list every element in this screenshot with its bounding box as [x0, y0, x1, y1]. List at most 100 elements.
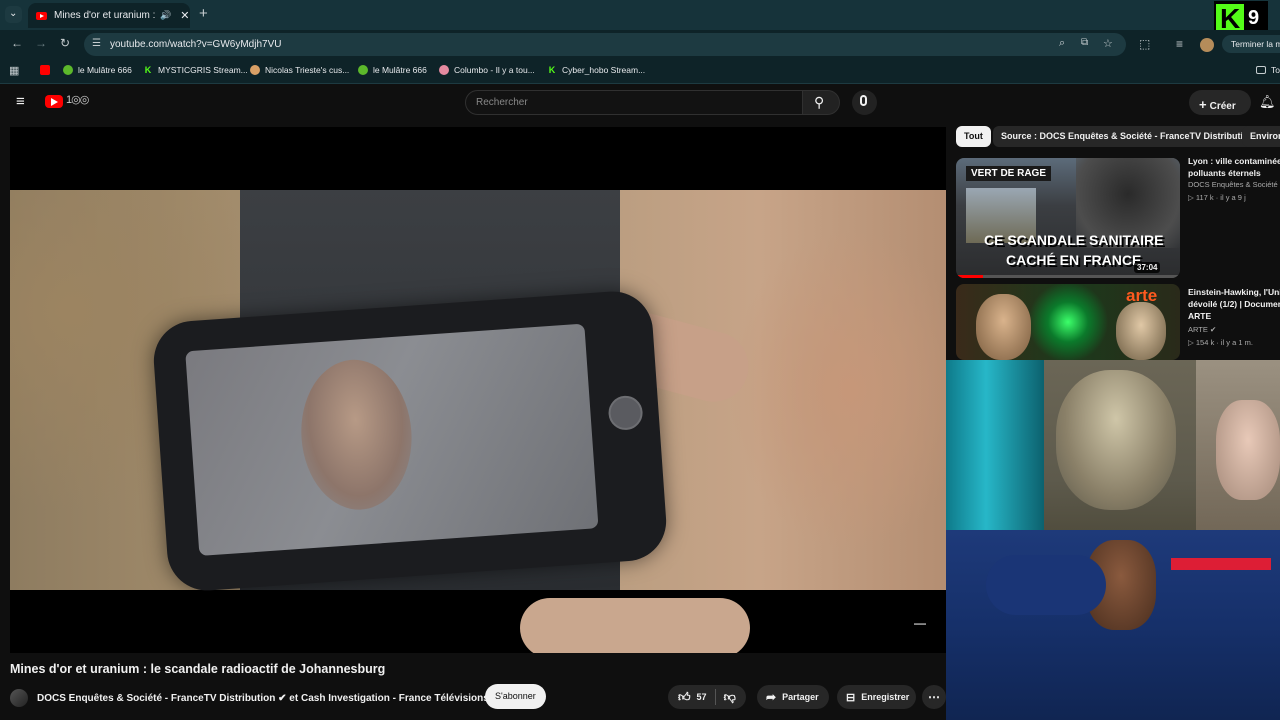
- watch-progress: [956, 275, 1180, 278]
- title-line: polluants éternels: [1188, 168, 1261, 178]
- menu-icon[interactable]: ≡: [16, 93, 25, 110]
- thumbs-up-icon: 👍︎: [678, 689, 691, 704]
- browser-tab-active[interactable]: Mines d'or et uranium : le s 🔊 ✕: [28, 3, 190, 28]
- create-label: Créer: [1209, 101, 1236, 112]
- share-button[interactable]: ➦ Partager: [757, 685, 829, 709]
- play-icon: [63, 65, 73, 75]
- subscribe-button[interactable]: S'abonner: [485, 684, 546, 709]
- thumbs-down-icon[interactable]: 👎︎: [724, 690, 736, 705]
- video-duration: 37:04: [1134, 262, 1161, 273]
- recommendation-title: Lyon : ville contaminée polluants éterne…: [1188, 155, 1280, 179]
- save-button[interactable]: ⊟ Enregistrer: [837, 685, 916, 709]
- save-label: Enregistrer: [861, 692, 910, 702]
- logo-number: 9: [1248, 7, 1260, 29]
- recommendation-meta: ▷ 117 k · il y a 9 j: [1188, 193, 1246, 202]
- share-icon: ➦: [766, 690, 777, 704]
- recommendation-channel[interactable]: DOCS Enquêtes & Société -: [1188, 180, 1280, 189]
- share-label: Partager: [782, 692, 819, 702]
- search-icon: ⚲: [814, 94, 825, 110]
- recommendation-channel[interactable]: ARTE ✔: [1188, 325, 1280, 334]
- thumb-caption-line1: CE SCANDALE SANITAIRE: [984, 232, 1164, 248]
- video-title: Mines d'or et uranium : le scandale radi…: [10, 662, 386, 676]
- channel-watermark: ▬▬: [914, 621, 926, 627]
- arte-logo: arte: [1126, 286, 1158, 305]
- youtube-icon: [36, 11, 47, 20]
- bookmark-item[interactable]: Columbo - Il y a tou...: [439, 65, 535, 75]
- chip-all[interactable]: Tout: [956, 126, 991, 147]
- recommendation-title: Einstein-Hawking, l'Univ dévoilé (1/2) |…: [1188, 286, 1280, 322]
- zoom-icon[interactable]: ⌕: [1059, 37, 1065, 50]
- create-button[interactable]: + Créer: [1189, 90, 1251, 115]
- bookmark-item[interactable]: le Mulâtre 666: [358, 65, 427, 75]
- kick-icon: K: [144, 65, 152, 75]
- search-placeholder: Rechercher: [476, 97, 528, 108]
- search-button[interactable]: ⚲: [802, 90, 840, 115]
- chip-source[interactable]: Source : DOCS Enquêtes & Société - Franc…: [993, 126, 1263, 147]
- youtube-icon: [40, 65, 50, 75]
- recommendation-item[interactable]: VERT DE RAGE CE SCANDALE SANITAIRE CACHÉ…: [956, 155, 1280, 280]
- bookmark-label: le Mulâtre 666: [373, 65, 427, 75]
- avatar-icon: [439, 65, 449, 75]
- back-icon[interactable]: ←: [11, 37, 23, 49]
- bookmark-label: le Mulâtre 666: [78, 65, 132, 75]
- title-line: Einstein-Hawking, l'Univ: [1188, 287, 1280, 297]
- dog-icon: [250, 65, 260, 75]
- browser-toolbar: ← → ↻ ☰ youtube.com/watch?v=GW6yMdjh7VU …: [0, 30, 1280, 58]
- bookmark-label: To: [1271, 65, 1280, 75]
- subscribe-label: S'abonner: [495, 691, 536, 701]
- bookmark-label: Cyber_hobo Stream...: [562, 65, 646, 75]
- channel-avatar[interactable]: [10, 689, 28, 707]
- more-icon: ⋯: [928, 690, 940, 704]
- reload-icon[interactable]: ↻: [60, 37, 70, 49]
- like-count: 57: [696, 692, 707, 702]
- reading-list-icon[interactable]: ≡: [1176, 38, 1183, 50]
- doodle-icon: 1◎◎: [66, 94, 89, 106]
- more-actions-button[interactable]: ⋯: [922, 685, 946, 709]
- video-player[interactable]: ▬▬: [10, 127, 946, 653]
- recommendation-thumbnail[interactable]: arte: [956, 284, 1180, 360]
- chip-environment[interactable]: Environ: [1242, 126, 1280, 147]
- bell-icon[interactable]: 🔔︎: [1259, 94, 1276, 110]
- recommendation-thumbnail[interactable]: VERT DE RAGE CE SCANDALE SANITAIRE CACHÉ…: [956, 158, 1180, 278]
- bookmark-item[interactable]: K Cyber_hobo Stream...: [547, 65, 645, 75]
- voice-search-button[interactable]: [852, 90, 877, 115]
- thumb-caption-line2: CACHÉ EN FRANCE: [1006, 252, 1142, 268]
- tab-search-button[interactable]: ⌄: [5, 6, 22, 23]
- like-dislike-group: 👍︎ 57 👎︎: [668, 685, 746, 709]
- address-bar[interactable]: ☰ youtube.com/watch?v=GW6yMdjh7VU ⌕ ⧉ ☆: [84, 33, 1126, 56]
- forward-icon[interactable]: →: [35, 37, 47, 49]
- title-line: dévoilé (1/2) | Documen: [1188, 299, 1280, 309]
- profile-avatar[interactable]: [1200, 38, 1214, 52]
- close-icon[interactable]: ✕: [180, 9, 189, 22]
- bookmark-item[interactable]: le Mulâtre 666: [63, 65, 132, 75]
- webcam-overlay: [946, 360, 1280, 720]
- bookmark-label: Columbo - Il y a tou...: [454, 65, 535, 75]
- youtube-logo[interactable]: [45, 95, 63, 108]
- new-tab-icon[interactable]: +: [199, 6, 208, 21]
- url-text: youtube.com/watch?v=GW6yMdjh7VU: [110, 39, 282, 50]
- bookmark-item[interactable]: [40, 65, 55, 75]
- youtube-header: ≡ 1◎◎ Rechercher ⚲ + Créer 🔔︎: [0, 85, 1280, 121]
- site-info-icon[interactable]: ☰: [92, 38, 101, 49]
- recommendation-item[interactable]: arte Einstein-Hawking, l'Univ dévoilé (1…: [956, 284, 1280, 360]
- bookmark-folder[interactable]: To: [1256, 65, 1280, 75]
- extensions-icon[interactable]: ⬚: [1139, 38, 1150, 50]
- channel-name[interactable]: DOCS Enquêtes & Société - FranceTV Distr…: [37, 693, 500, 704]
- folder-icon: [1256, 66, 1266, 74]
- search-input[interactable]: Rechercher: [465, 90, 803, 115]
- channel-row: DOCS Enquêtes & Société - FranceTV Distr…: [10, 688, 500, 708]
- recommendation-meta: ▷ 154 k · il y a 1 m.: [1188, 338, 1253, 347]
- apps-grid-icon[interactable]: ▦: [9, 64, 19, 77]
- thumb-badge: VERT DE RAGE: [966, 166, 1052, 181]
- bookmark-star-icon[interactable]: ☆: [1103, 37, 1113, 50]
- phone-in-video: [151, 288, 669, 594]
- like-button[interactable]: 👍︎ 57: [668, 690, 707, 705]
- bookmark-item[interactable]: K MYSTICGRIS Stream...: [143, 65, 248, 75]
- install-icon[interactable]: ⧉: [1081, 37, 1088, 48]
- end-session-button[interactable]: Terminer la m: [1222, 35, 1280, 53]
- video-frame: [10, 190, 946, 653]
- browser-tab-bar: ⌄ Mines d'or et uranium : le s 🔊 ✕ +: [0, 0, 1280, 30]
- speaker-icon[interactable]: 🔊: [160, 10, 171, 21]
- microphone-icon: [860, 95, 867, 106]
- bookmark-item[interactable]: Nicolas Trieste's cus...: [250, 65, 349, 75]
